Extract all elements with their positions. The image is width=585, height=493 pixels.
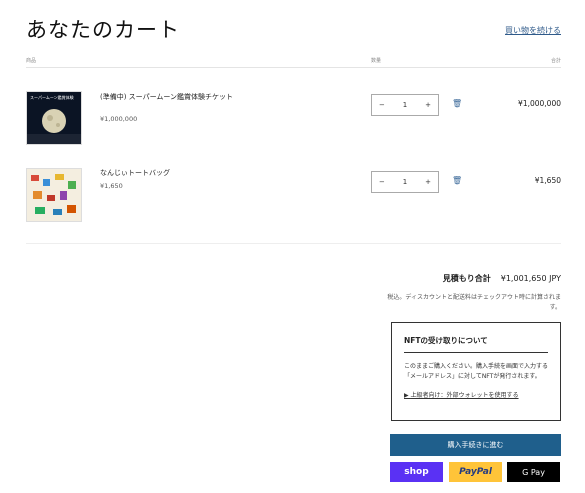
minus-button[interactable]: − — [379, 178, 385, 186]
column-header-product: 商品 — [26, 58, 37, 64]
nft-info-box: NFTの受け取りについて このままご購入ください。購入手続を画面で入力する「メー… — [391, 322, 561, 421]
column-header-quantity: 数量 — [371, 58, 382, 64]
product-unit-price: ¥1,000,000 — [100, 115, 138, 123]
continue-shopping-link[interactable]: 買い物を続ける — [505, 25, 561, 36]
nft-title: NFTの受け取りについて — [404, 335, 548, 353]
product-image-tote[interactable] — [26, 168, 82, 222]
divider — [26, 67, 561, 68]
line-total: ¥1,650 — [534, 176, 561, 185]
paypal-button[interactable]: PayPal — [449, 462, 502, 482]
estimate-total: 見積もり合計 ¥1,001,650 JPY — [443, 273, 561, 284]
estimate-value: ¥1,001,650 JPY — [500, 274, 561, 283]
external-wallet-link[interactable]: ▶ 上級者向け：外部ウォレットを使用する — [404, 390, 548, 399]
plus-button[interactable]: + — [425, 178, 431, 186]
product-image-supermoon[interactable]: スーパームーン鑑賞体験 — [26, 91, 82, 145]
column-header-total: 合計 — [550, 58, 561, 64]
checkout-button[interactable]: 購入手続きに進む — [390, 434, 561, 456]
divider — [26, 243, 561, 244]
page-title: あなたのカート — [26, 18, 180, 42]
tax-note: 税込。ディスカウントと配送料はチェックアウト時に計算されます。 — [387, 294, 561, 311]
quantity-stepper: − 1 + — [371, 94, 439, 116]
quantity-input[interactable]: 1 — [403, 178, 407, 186]
plus-button[interactable]: + — [425, 101, 431, 109]
thumb-caption: スーパームーン鑑賞体験 — [30, 95, 74, 100]
nft-body: このままご購入ください。購入手続を画面で入力する「メールアドレス」に対してNFT… — [404, 363, 549, 380]
product-name[interactable]: (準備中) スーパームーン鑑賞体験チケット — [100, 92, 250, 102]
tote-bag-image — [27, 169, 81, 221]
trash-icon[interactable]: 🗑 — [452, 176, 462, 185]
shop-pay-button[interactable]: shop — [390, 462, 443, 482]
google-pay-button[interactable]: G Pay — [507, 462, 560, 482]
external-wallet-link-label: 上級者向け：外部ウォレットを使用する — [410, 392, 519, 399]
line-total: ¥1,000,000 — [518, 99, 561, 108]
quantity-input[interactable]: 1 — [403, 101, 407, 109]
product-name[interactable]: なんじぃトートバッグ — [100, 168, 250, 178]
estimate-label: 見積もり合計 — [442, 274, 491, 283]
product-unit-price: ¥1,650 — [100, 182, 123, 190]
quantity-stepper: − 1 + — [371, 171, 439, 193]
trash-icon[interactable]: 🗑 — [452, 99, 462, 108]
minus-button[interactable]: − — [379, 101, 385, 109]
